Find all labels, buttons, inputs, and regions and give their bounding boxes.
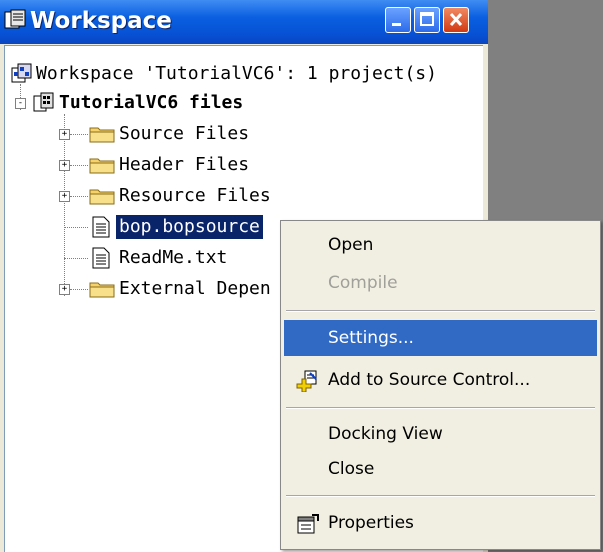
tree-line: [64, 227, 88, 228]
menu-item-label: Docking View: [328, 424, 443, 444]
menu-item-close[interactable]: Close: [284, 451, 597, 487]
minimize-button[interactable]: [385, 7, 411, 33]
collapse-toggle[interactable]: -: [15, 98, 26, 109]
menu-item-label: Open: [328, 235, 374, 255]
menu-item-label: Close: [328, 459, 375, 479]
close-button[interactable]: [443, 7, 469, 33]
expand-toggle[interactable]: +: [59, 160, 70, 171]
menu-item-label: Properties: [328, 513, 414, 533]
context-menu: Open Compile Settings... Add to Source C…: [280, 220, 601, 550]
tree-root-label: Workspace 'TutorialVC6': 1 project(s): [36, 63, 437, 84]
document-icon: [92, 247, 110, 269]
menu-item-label: Add to Source Control...: [328, 370, 531, 390]
menu-item-label: Settings...: [328, 328, 414, 348]
menu-item-docking-view[interactable]: Docking View: [284, 416, 597, 452]
menu-separator: [286, 495, 595, 497]
window-title: Workspace: [30, 8, 172, 34]
menu-separator: [286, 310, 595, 312]
menu-separator: [286, 407, 595, 409]
tree-item-label: ReadMe.txt: [119, 247, 228, 268]
folder-icon: [89, 127, 115, 143]
close-icon: [449, 12, 463, 27]
menu-item-add-to-source-control[interactable]: Add to Source Control...: [284, 362, 597, 398]
workspace-icon: [4, 9, 26, 29]
tree-item-label: Source Files: [119, 123, 250, 144]
document-icon: [92, 216, 110, 238]
tree-item-label: Resource Files: [119, 185, 271, 206]
menu-item-label: Compile: [328, 273, 398, 293]
maximize-button[interactable]: [414, 7, 440, 33]
menu-item-settings[interactable]: Settings...: [284, 320, 597, 356]
tree-line: [64, 258, 88, 259]
project-icon: [33, 92, 54, 112]
tree-item-label: bop.bopsource: [116, 215, 263, 239]
tree-line: [70, 134, 88, 135]
folder-icon: [89, 158, 115, 174]
menu-item-compile: Compile: [284, 265, 597, 301]
menu-item-open[interactable]: Open: [284, 227, 597, 263]
workspace-icon: [11, 63, 32, 83]
properties-icon: [297, 514, 319, 534]
folder-icon: [89, 189, 115, 205]
maximize-icon: [420, 12, 434, 26]
tree-line: [70, 289, 88, 290]
folder-icon: [89, 282, 115, 298]
expand-toggle[interactable]: +: [59, 129, 70, 140]
tree-line: [70, 165, 88, 166]
menu-item-properties[interactable]: Properties: [284, 505, 597, 541]
source-control-icon: [296, 370, 317, 392]
minimize-icon: [392, 23, 401, 26]
tree-project-label: TutorialVC6 files: [59, 92, 244, 113]
expand-toggle[interactable]: +: [59, 284, 70, 295]
title-bar[interactable]: Workspace: [0, 0, 488, 44]
tree-item-label: Header Files: [119, 154, 250, 175]
tree-line: [70, 196, 88, 197]
tree-line: [64, 114, 65, 296]
expand-toggle[interactable]: +: [59, 191, 70, 202]
tree-item-label: External Depen: [119, 278, 271, 299]
